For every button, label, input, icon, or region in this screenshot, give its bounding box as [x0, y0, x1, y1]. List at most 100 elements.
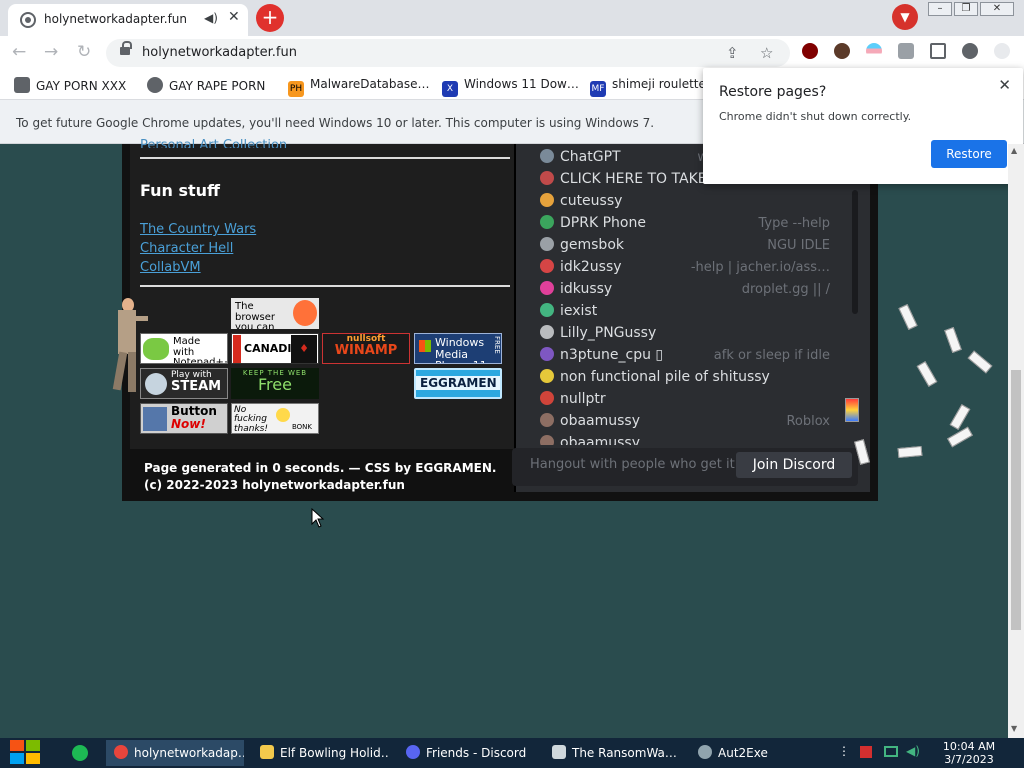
shimeji-character[interactable]: [108, 298, 148, 394]
shimeji-piece[interactable]: [944, 327, 962, 353]
x-icon: X: [442, 81, 458, 97]
avatar: [540, 435, 554, 445]
member-item[interactable]: iexist: [540, 303, 597, 319]
minimize-button[interactable]: –: [928, 2, 952, 16]
profile-icon[interactable]: [962, 43, 978, 59]
member-item[interactable]: idkussy: [540, 281, 612, 297]
avatar: [540, 347, 554, 361]
keep-web-free-badge[interactable]: KEEP THE WEB Free: [231, 368, 319, 399]
firefox-icon: [293, 300, 317, 326]
link-character-hell[interactable]: Character Hell: [140, 241, 233, 256]
scroll-thumb[interactable]: [1011, 370, 1021, 630]
avatar: [540, 391, 554, 405]
link-collabvm[interactable]: CollabVM: [140, 260, 201, 275]
network-icon[interactable]: [884, 746, 898, 757]
member-item[interactable]: gemsbok: [540, 237, 624, 253]
address-bar[interactable]: holynetworkadapter.fun ⇪ ☆: [106, 39, 790, 67]
notepad-badge[interactable]: Made with Notepad++: [140, 333, 228, 364]
browser-trust-badge[interactable]: The browser you can trust: [231, 298, 319, 329]
taskbar-item-discord[interactable]: Friends - Discord: [398, 740, 536, 766]
avatar: [540, 193, 554, 207]
flag-icon[interactable]: [860, 746, 872, 758]
shimeji-piece[interactable]: [916, 361, 938, 387]
extensions-puzzle-icon[interactable]: [898, 43, 914, 59]
scroll-down-icon[interactable]: ▼: [1011, 724, 1017, 733]
button-now-badge[interactable]: Button Now!: [140, 403, 228, 434]
side-panel-icon[interactable]: [930, 43, 946, 59]
join-discord-button[interactable]: Join Discord: [736, 452, 852, 478]
taskbar-item-chrome[interactable]: holynetworkadap…: [106, 740, 244, 766]
lock-icon[interactable]: [120, 41, 132, 57]
avatar: [540, 237, 554, 251]
forward-icon[interactable]: →: [44, 42, 58, 62]
close-icon[interactable]: ✕: [998, 76, 1011, 94]
share-icon[interactable]: ⇪: [726, 44, 739, 62]
restore-pages-dialog: Restore pages? Chrome didn't shut down c…: [703, 68, 1023, 184]
shimeji-piece[interactable]: [947, 426, 973, 448]
taskbar-item-aut2exe[interactable]: Aut2Exe: [690, 740, 828, 766]
shimeji-piece[interactable]: [897, 445, 923, 459]
scroll-up-icon[interactable]: ▲: [1011, 146, 1017, 155]
back-icon[interactable]: ←: [12, 42, 26, 62]
tab-search-button[interactable]: ▼: [892, 4, 918, 30]
folder-icon: [260, 745, 274, 759]
bookmark-item[interactable]: PH MalwareDatabase…: [288, 77, 430, 97]
shimeji-piece[interactable]: [967, 350, 993, 374]
member-item[interactable]: CLICK HERE TO TAKE A: [540, 171, 721, 187]
winamp-badge[interactable]: nullsoft WINAMP: [322, 333, 410, 364]
link-country-wars[interactable]: The Country Wars: [140, 222, 256, 237]
extension-avatar-icon[interactable]: [834, 43, 850, 59]
art-collection-link[interactable]: Personal Art Collection: [140, 138, 287, 148]
member-item[interactable]: cuteussy: [540, 193, 622, 209]
browser-tab[interactable]: holynetworkadapter.fun ◀) ✕: [8, 4, 248, 36]
member-item[interactable]: idk2ussy: [540, 259, 622, 275]
restore-button[interactable]: Restore: [931, 140, 1007, 168]
member-item[interactable]: DPRK Phone: [540, 215, 646, 231]
tray-overflow-icon[interactable]: ⋮: [838, 744, 850, 758]
clock-date: 3/7/2023: [944, 753, 994, 766]
restore-message: Chrome didn't shut down correctly.: [719, 110, 912, 123]
bookmark-item[interactable]: GAY PORN XXX: [14, 77, 126, 93]
taskbar-item-elf-bowling[interactable]: Elf Bowling Holid…: [252, 740, 390, 766]
member-item[interactable]: obaamussy: [540, 413, 640, 429]
eggramen-badge[interactable]: EGGRAMEN: [414, 368, 502, 399]
menu-icon[interactable]: [994, 43, 1010, 59]
shimeji-piece[interactable]: [898, 304, 918, 330]
bookmark-star-icon[interactable]: ☆: [760, 44, 773, 62]
reload-icon[interactable]: ↻: [77, 42, 91, 62]
member-status: Roblox: [786, 414, 830, 429]
tab-close-icon[interactable]: ✕: [228, 9, 240, 25]
member-item[interactable]: nullptr: [540, 391, 606, 407]
member-item[interactable]: n3ptune_cpu ▯: [540, 347, 663, 363]
speaker-icon[interactable]: ◀): [204, 11, 218, 25]
member-item[interactable]: ChatGPT: [540, 149, 621, 165]
windows-logo-part: [10, 753, 24, 764]
no-thanks-badge[interactable]: No fucking thanks! BONK: [231, 403, 319, 434]
member-item[interactable]: obaamussy: [540, 435, 640, 445]
start-button[interactable]: [10, 740, 42, 766]
taskbar-item-ransomware[interactable]: The RansomWa…: [544, 740, 682, 766]
ublock-icon[interactable]: [802, 43, 818, 59]
member-status: -help | jacher.io/ass…: [690, 260, 830, 275]
page-scrollbar[interactable]: ▲ ▼: [1008, 144, 1024, 738]
new-tab-button[interactable]: +: [256, 4, 284, 32]
clock[interactable]: 10:04 AM 3/7/2023: [936, 740, 1002, 766]
member-item[interactable]: Lilly_PNGussy: [540, 325, 656, 341]
member-status: afk or sleep if idle: [713, 348, 830, 363]
bookmark-item[interactable]: MF shimeji roulette: [590, 77, 706, 97]
wmp-badge[interactable]: Windows Media Player 11 FREE: [414, 333, 502, 364]
volume-icon[interactable]: ◀): [906, 744, 920, 758]
discord-scrollbar[interactable]: [852, 190, 858, 314]
canadian-badge[interactable]: CANADIAN ♦: [231, 333, 319, 364]
steam-badge[interactable]: Play with STEAM: [140, 368, 228, 399]
bookmark-item[interactable]: X Windows 11 Dow…: [442, 77, 579, 97]
bookmark-item[interactable]: GAY RAPE PORN: [147, 77, 265, 93]
extension-flag-icon[interactable]: [866, 43, 882, 59]
shimeji-piece[interactable]: [845, 398, 859, 422]
spotify-icon[interactable]: [72, 745, 88, 761]
close-window-button[interactable]: ✕: [980, 2, 1014, 16]
maximize-button[interactable]: ❐: [954, 2, 978, 16]
member-item[interactable]: non functional pile of shitussy: [540, 369, 770, 385]
avatar: [540, 281, 554, 295]
clock-time: 10:04 AM: [942, 740, 996, 753]
